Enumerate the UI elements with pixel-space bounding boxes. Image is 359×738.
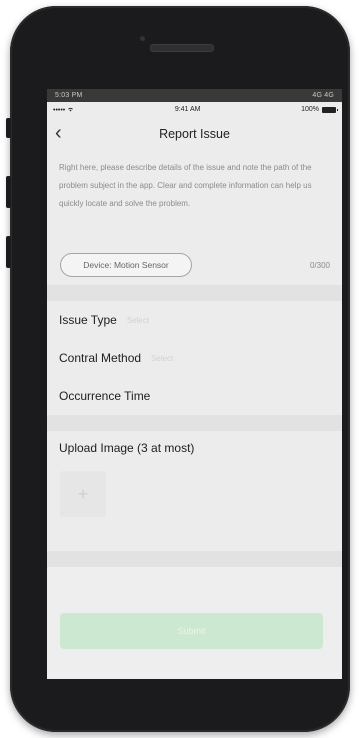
page-title: Report Issue: [159, 127, 230, 141]
signal-dots: •••••: [53, 106, 74, 114]
android-status-bar: 5:03 PM 4G 4G: [47, 89, 342, 102]
navigation-bar: ‹ Report Issue: [47, 117, 342, 151]
character-counter: 0/300: [309, 261, 330, 270]
control-method-value[interactable]: Select: [151, 354, 173, 363]
battery-percent: 100%: [301, 106, 319, 113]
ios-status-right: 100%: [301, 106, 338, 113]
description-placeholder: Right here, please describe details of t…: [59, 163, 312, 208]
phone-frame: 5:03 PM 4G 4G ••••• 9:41 AM 100% ‹ Repor…: [6, 6, 350, 732]
section-divider: [47, 285, 342, 301]
issue-form: Issue Type Select Contral Method Select …: [47, 301, 342, 415]
device-tag[interactable]: Device: Motion Sensor: [60, 253, 192, 277]
ios-status-time: 9:41 AM: [174, 106, 201, 113]
mute-switch: [6, 118, 11, 138]
add-image-icon[interactable]: +: [60, 471, 106, 517]
section-divider-3: [47, 551, 342, 567]
occurrence-time-row[interactable]: Occurrence Time: [59, 377, 330, 415]
issue-description-area[interactable]: Right here, please describe details of t…: [47, 151, 342, 285]
front-camera: [140, 36, 145, 41]
back-chevron-icon[interactable]: ‹: [55, 123, 62, 143]
issue-type-row[interactable]: Issue Type Select: [59, 301, 330, 339]
earpiece-speaker: [150, 44, 214, 52]
section-divider-2: [47, 415, 342, 431]
battery-icon: [322, 106, 338, 113]
android-status-right: 4G 4G: [312, 92, 334, 99]
upload-image-label: Upload Image (3 at most): [59, 441, 195, 455]
bottom-action-area: Submit: [47, 567, 342, 679]
volume-down-button: [6, 236, 11, 268]
submit-button[interactable]: Submit: [60, 613, 323, 649]
upload-section: Upload Image (3 at most) +: [47, 431, 342, 551]
wifi-icon: [67, 107, 74, 114]
issue-type-value[interactable]: Select: [127, 316, 149, 325]
app-screen: 5:03 PM 4G 4G ••••• 9:41 AM 100% ‹ Repor…: [47, 89, 342, 679]
occurrence-time-label: Occurrence Time: [59, 389, 151, 403]
ios-status-bar: ••••• 9:41 AM 100%: [47, 102, 342, 117]
volume-up-button: [6, 176, 11, 208]
android-status-time: 5:03 PM: [55, 92, 83, 99]
control-method-label: Contral Method: [59, 351, 142, 365]
control-method-row[interactable]: Contral Method Select: [59, 339, 330, 377]
issue-type-label: Issue Type: [59, 313, 117, 327]
